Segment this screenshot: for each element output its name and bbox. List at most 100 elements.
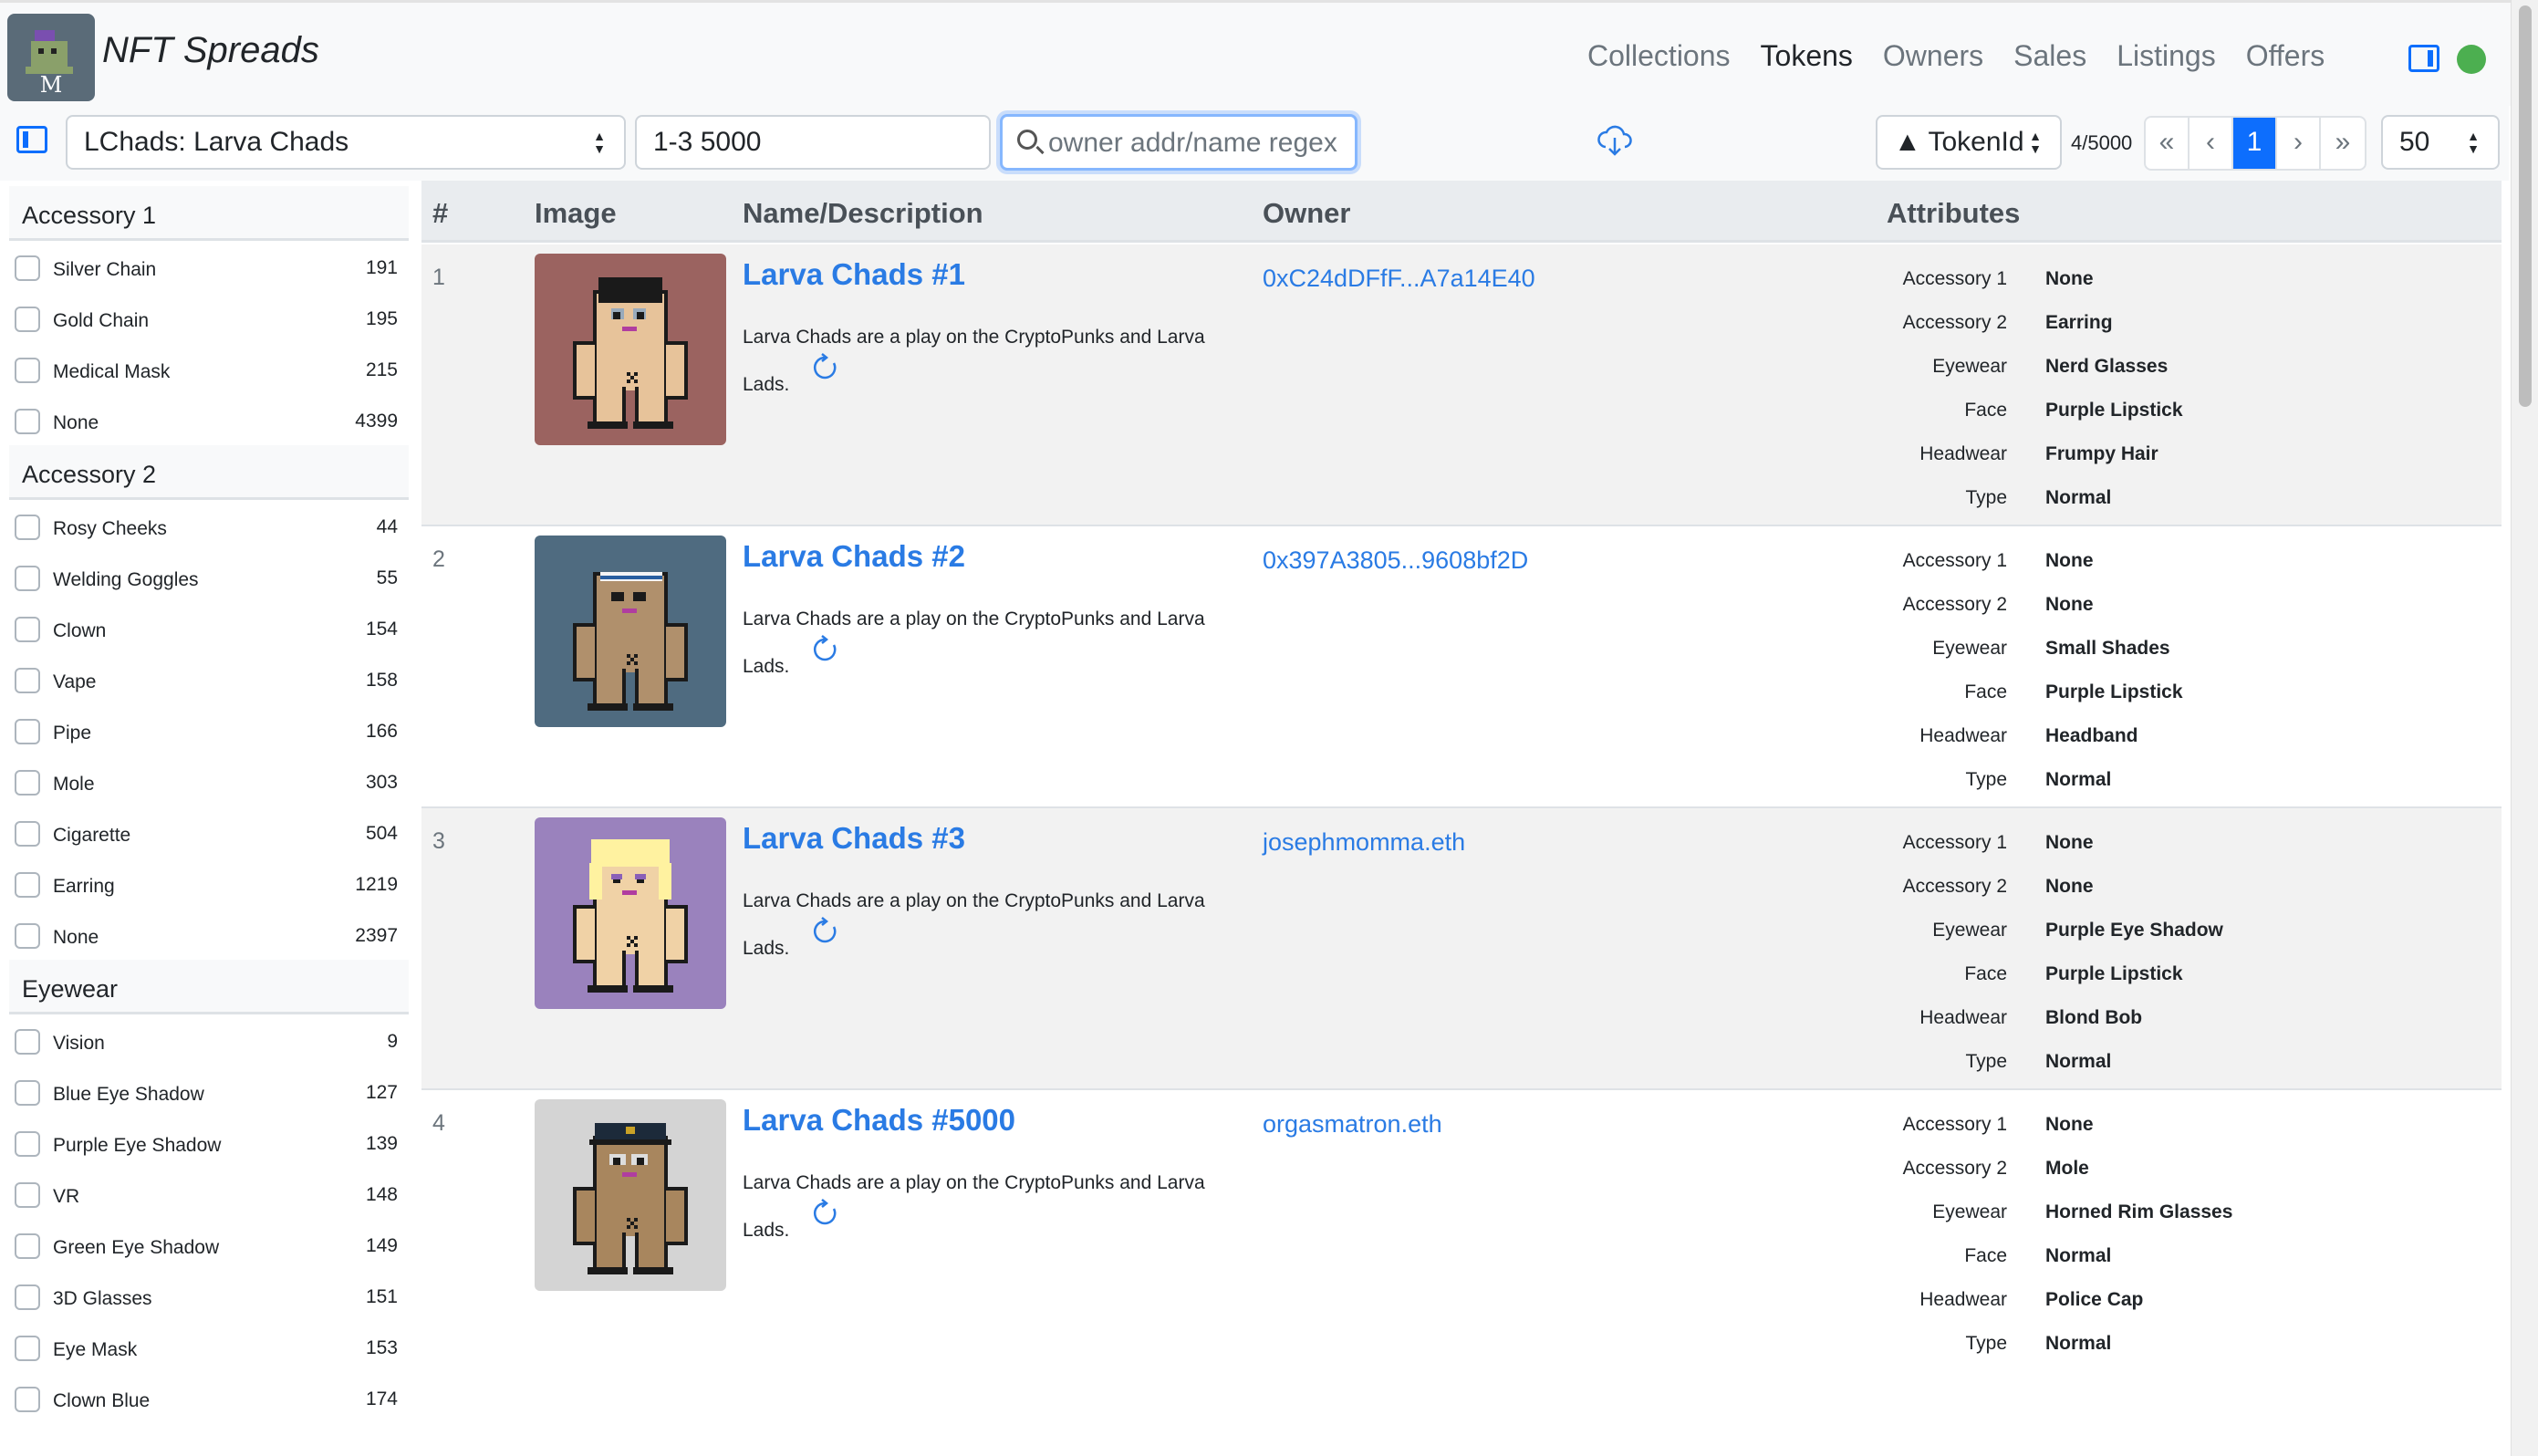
owner-ens-link[interactable]: josephmomma.eth (1263, 828, 1465, 857)
right-panel-toggle-icon[interactable] (2408, 45, 2439, 72)
facet-option-label: Welding Goggles (53, 569, 199, 590)
owner-search-input[interactable] (1048, 124, 1349, 162)
facet-checkbox[interactable] (15, 1080, 40, 1106)
nav-owners[interactable]: Owners (1883, 39, 1983, 73)
facet-option-count: 1219 (355, 874, 398, 895)
facet-checkbox[interactable] (15, 923, 40, 949)
facet-checkbox[interactable] (15, 770, 40, 796)
owner-address-link[interactable]: 0xC24dDFfF...A7a14E40 (1263, 265, 1535, 293)
facet-checkbox[interactable] (15, 1182, 40, 1208)
table-row[interactable]: 2 Larva Chads #2 Larva Chads are a play … (421, 526, 2502, 808)
facet-option[interactable]: 3D Glasses 151 (9, 1270, 409, 1321)
facet-checkbox[interactable] (15, 307, 40, 332)
nav-tokens[interactable]: Tokens (1761, 39, 1853, 73)
facet-option[interactable]: Vape 158 (9, 653, 409, 704)
sort-select[interactable]: ▲ TokenId ▲ ▼ (1876, 115, 2062, 170)
facet-option[interactable]: Silver Chain 191 (9, 241, 409, 292)
refresh-icon[interactable] (810, 1198, 841, 1229)
facet-option[interactable]: Welding Goggles 55 (9, 551, 409, 602)
cloud-download-icon[interactable] (1597, 123, 1633, 160)
refresh-icon[interactable] (810, 634, 841, 665)
scrollbar-thumb[interactable] (2519, 5, 2532, 407)
facet-checkbox[interactable] (15, 409, 40, 434)
facet-checkbox[interactable] (15, 1284, 40, 1310)
facet-checkbox[interactable] (15, 1387, 40, 1412)
facet-checkbox[interactable] (15, 1131, 40, 1157)
page-scrollbar[interactable] (2511, 0, 2538, 1456)
facet-option[interactable]: Mole 303 (9, 755, 409, 806)
page-size-select[interactable]: 50 ▲ ▼ (2381, 115, 2500, 170)
table-row[interactable]: 4 Larva Chads #5000 Larva Chads are a pl… (421, 1090, 2502, 1372)
token-image[interactable] (535, 536, 726, 727)
column-header-image[interactable]: Image (535, 197, 617, 230)
facet-option[interactable]: Eye Mask 153 (9, 1321, 409, 1372)
attribute-key: Accessory 2 (1902, 594, 2007, 615)
facet-checkbox[interactable] (15, 719, 40, 744)
facet-option[interactable]: Vision 9 (9, 1014, 409, 1066)
facet-option[interactable]: Gold Chain 195 (9, 292, 409, 343)
facet-checkbox[interactable] (15, 668, 40, 693)
owner-ens-link[interactable]: orgasmatron.eth (1263, 1110, 1442, 1139)
column-header-num[interactable]: # (432, 197, 448, 230)
facet-checkbox[interactable] (15, 515, 40, 540)
table-row[interactable]: 1 Larva Chads #1 Larva Chads are a play … (421, 244, 2502, 526)
owner-search-box[interactable] (1000, 114, 1357, 171)
token-name-link[interactable]: Larva Chads #2 (743, 539, 965, 574)
nav-offers[interactable]: Offers (2246, 39, 2325, 73)
attribute-value: Purple Lipstick (2045, 681, 2183, 702)
owner-address-link[interactable]: 0x397A3805...9608bf2D (1263, 546, 1528, 575)
token-image[interactable] (535, 817, 726, 1009)
table-row[interactable]: 3 Larva Chads #3 Larva Chads are a play … (421, 808, 2502, 1090)
token-range-input[interactable] (635, 115, 991, 170)
nav-collections[interactable]: Collections (1587, 39, 1731, 73)
facet-checkbox[interactable] (15, 566, 40, 591)
column-header-name[interactable]: Name/Description (743, 197, 983, 230)
token-name-link[interactable]: Larva Chads #5000 (743, 1103, 1015, 1138)
attribute-value: Police Cap (2045, 1289, 2144, 1310)
facet-option[interactable]: Clown 154 (9, 602, 409, 653)
prev-page-button[interactable]: ‹ (2190, 118, 2233, 169)
page-1-button[interactable]: 1 (2233, 118, 2277, 169)
facet-option[interactable]: Earring 1219 (9, 858, 409, 909)
facet-option[interactable]: Rosy Cheeks 44 (9, 500, 409, 551)
next-page-button[interactable]: › (2277, 118, 2321, 169)
first-page-button[interactable]: « (2146, 118, 2190, 169)
column-header-attributes[interactable]: Attributes (1887, 197, 2020, 230)
facet-option[interactable]: Medical Mask 215 (9, 343, 409, 394)
collection-select[interactable]: LChads: Larva Chads ▲ ▼ (66, 115, 626, 170)
facet-option[interactable]: None 4399 (9, 394, 409, 445)
facet-checkbox[interactable] (15, 1029, 40, 1055)
facet-checkbox[interactable] (15, 821, 40, 847)
facet-title-accessory-2: Accessory 2 (9, 445, 409, 500)
facet-checkbox[interactable] (15, 1233, 40, 1259)
nav-sales[interactable]: Sales (2013, 39, 2086, 73)
logo-letter: M (39, 72, 63, 98)
token-image[interactable] (535, 254, 726, 445)
refresh-icon[interactable] (810, 916, 841, 947)
facet-checkbox[interactable] (15, 872, 40, 898)
facet-option[interactable]: VR 148 (9, 1168, 409, 1219)
facet-checkbox[interactable] (15, 255, 40, 281)
facet-checkbox[interactable] (15, 1336, 40, 1361)
sidebar-toggle-icon[interactable] (16, 126, 47, 153)
token-image[interactable] (535, 1099, 726, 1291)
refresh-icon[interactable] (810, 352, 841, 383)
facet-option[interactable]: None 2397 (9, 909, 409, 960)
facet-option-label: Mole (53, 774, 95, 795)
facet-checkbox[interactable] (15, 617, 40, 642)
facet-option[interactable]: Clown Blue 174 (9, 1372, 409, 1423)
last-page-button[interactable]: » (2321, 118, 2365, 169)
column-header-owner[interactable]: Owner (1263, 197, 1350, 230)
facet-option-label: Clown Blue (53, 1390, 151, 1411)
app-logo[interactable]: M (7, 14, 95, 101)
nav-listings[interactable]: Listings (2117, 39, 2216, 73)
token-name-link[interactable]: Larva Chads #1 (743, 257, 965, 292)
facet-option[interactable]: Blue Eye Shadow 127 (9, 1066, 409, 1117)
facet-option[interactable]: Purple Eye Shadow 139 (9, 1117, 409, 1168)
facet-checkbox[interactable] (15, 358, 40, 383)
token-name-link[interactable]: Larva Chads #3 (743, 821, 965, 856)
facet-option[interactable]: Pipe 166 (9, 704, 409, 755)
brand-title[interactable]: NFT Spreads (102, 30, 319, 71)
facet-option[interactable]: Green Eye Shadow 149 (9, 1219, 409, 1270)
facet-option[interactable]: Cigarette 504 (9, 806, 409, 858)
